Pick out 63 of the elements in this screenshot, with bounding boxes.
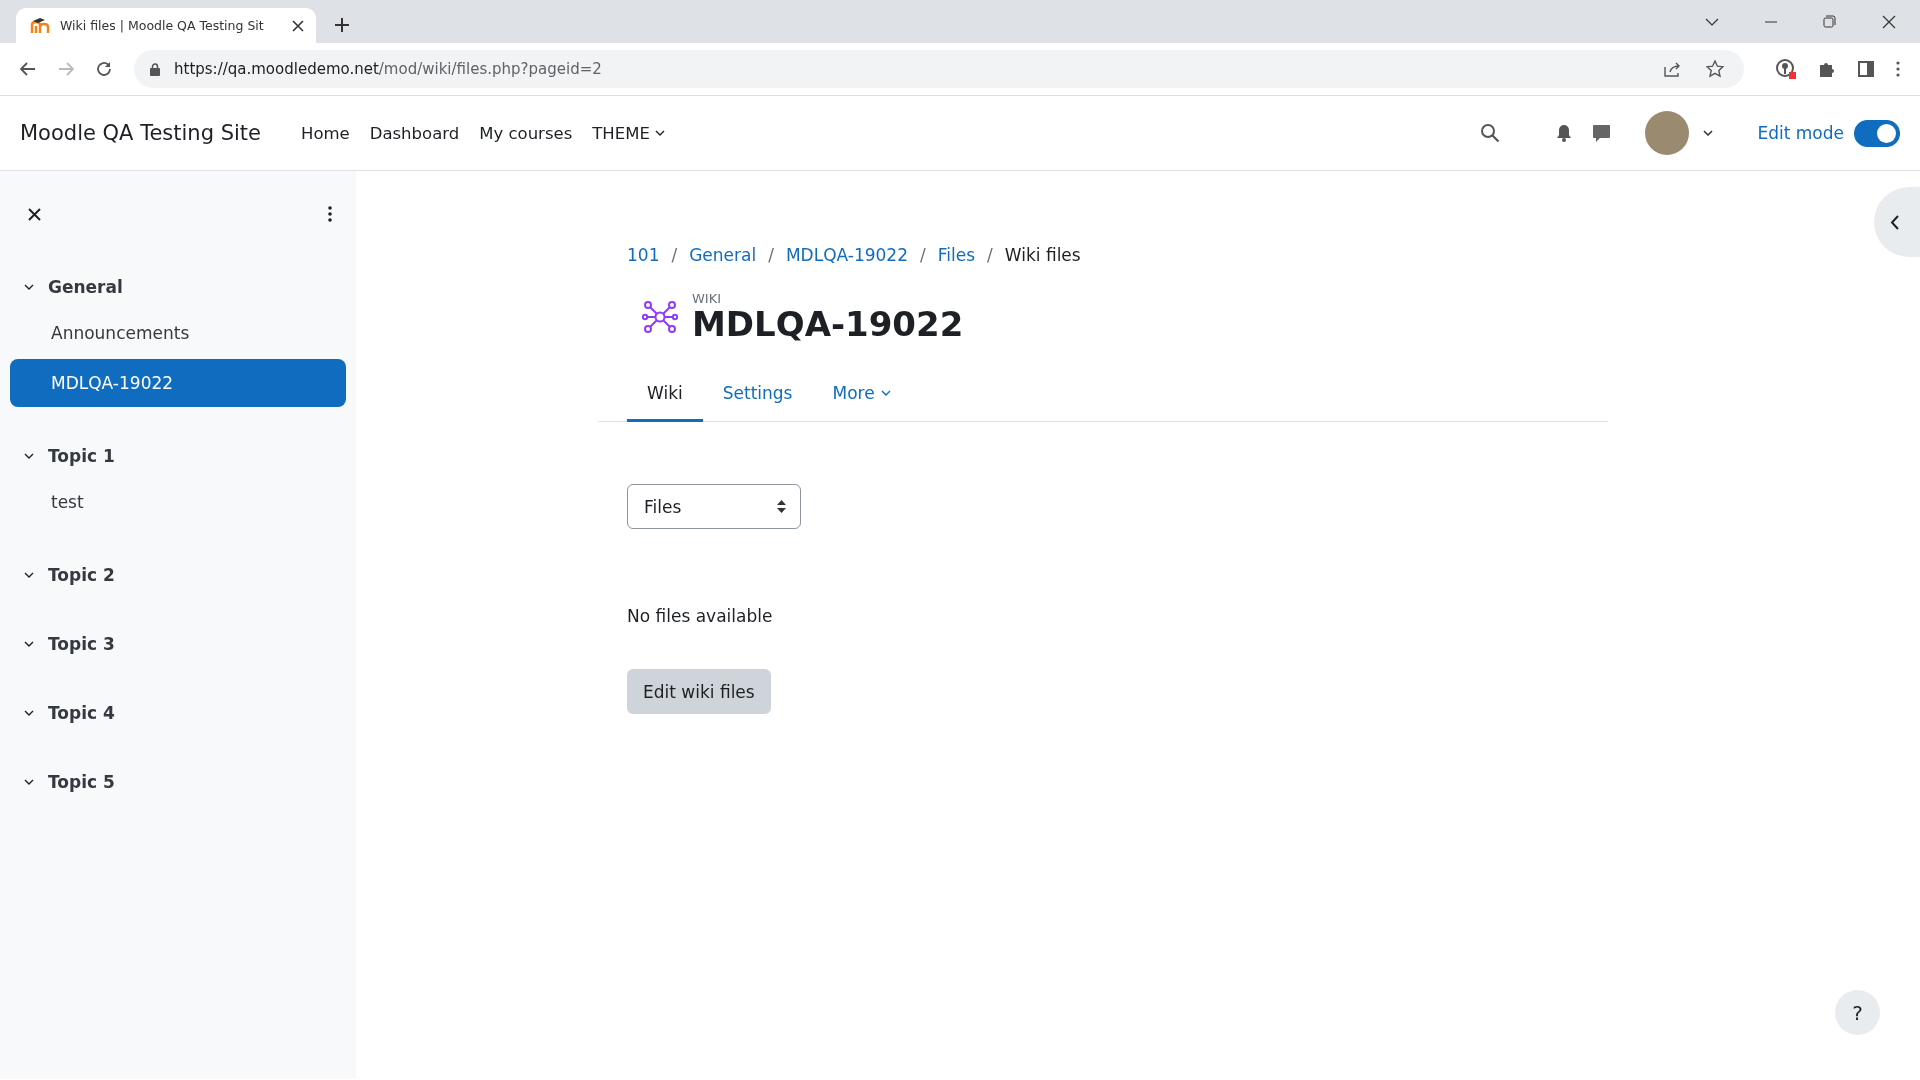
address-bar[interactable]: https://qa.moodledemo.net/mod/wiki/files.php?pageid=2 bbox=[134, 50, 1744, 88]
page-title: MDLQA-19022 bbox=[692, 306, 964, 344]
edit-mode-toggle[interactable] bbox=[1854, 119, 1900, 147]
edit-mode-label: Edit mode bbox=[1757, 123, 1844, 143]
browser-tab[interactable]: Wiki files | Moodle QA Testing Sit bbox=[16, 8, 316, 43]
share-icon[interactable] bbox=[1664, 61, 1682, 77]
breadcrumb-separator: / bbox=[671, 245, 678, 265]
breadcrumb-current: Wiki files bbox=[1004, 245, 1081, 265]
lock-icon bbox=[150, 62, 160, 76]
minimize-icon[interactable] bbox=[1765, 20, 1777, 23]
nav-link[interactable]: Home bbox=[300, 123, 350, 143]
nav-link[interactable]: My courses bbox=[479, 123, 573, 143]
section-heading[interactable]: Topic 3 bbox=[10, 624, 346, 664]
site-name[interactable]: Moodle QA Testing Site bbox=[20, 121, 261, 145]
close-icon[interactable] bbox=[292, 19, 304, 32]
sidebar-item[interactable]: MDLQA-19022 bbox=[10, 359, 346, 407]
chevron-down-icon[interactable] bbox=[1705, 17, 1719, 26]
new-tab-icon[interactable] bbox=[334, 17, 350, 33]
breadcrumb-separator: / bbox=[920, 245, 926, 265]
tab[interactable]: Wiki bbox=[627, 371, 703, 423]
chat-icon[interactable] bbox=[1592, 123, 1612, 143]
section-heading[interactable]: Topic 4 bbox=[10, 693, 346, 733]
extension-icon[interactable] bbox=[1776, 59, 1796, 79]
sort-arrows-icon bbox=[777, 500, 786, 514]
search-icon[interactable] bbox=[1480, 123, 1501, 143]
menu-icon[interactable] bbox=[1896, 61, 1900, 77]
tab[interactable]: Settings bbox=[702, 371, 813, 423]
empty-message: No files available bbox=[627, 606, 774, 627]
breadcrumb-link[interactable]: 101 bbox=[627, 245, 660, 265]
help-button[interactable]: ? bbox=[1835, 990, 1880, 1035]
close-icon[interactable] bbox=[28, 207, 41, 221]
reload-icon[interactable] bbox=[96, 61, 112, 77]
side-panel-icon[interactable] bbox=[1858, 61, 1874, 77]
sidebar-item[interactable]: Announcements bbox=[10, 309, 346, 357]
files-select[interactable]: Files bbox=[627, 484, 801, 530]
section-heading[interactable]: General bbox=[10, 267, 346, 307]
more-options-icon[interactable] bbox=[328, 206, 332, 222]
section-heading[interactable]: Topic 2 bbox=[10, 555, 346, 595]
edit-wiki-files-button[interactable]: Edit wiki files bbox=[627, 669, 771, 715]
breadcrumb-separator: / bbox=[987, 245, 993, 265]
moodle-logo-icon bbox=[30, 17, 50, 34]
puzzle-icon[interactable] bbox=[1818, 60, 1836, 78]
section-heading[interactable]: Topic 5 bbox=[10, 762, 346, 802]
sidebar-item[interactable]: test bbox=[10, 478, 346, 526]
restore-icon[interactable] bbox=[1823, 15, 1836, 28]
star-icon[interactable] bbox=[1706, 60, 1724, 78]
breadcrumb-link[interactable]: MDLQA-19022 bbox=[785, 245, 908, 265]
tab[interactable]: More bbox=[812, 371, 911, 423]
nav-link[interactable]: THEME bbox=[592, 123, 665, 143]
close-icon[interactable] bbox=[1882, 14, 1896, 29]
tab-title: Wiki files | Moodle QA Testing Sit bbox=[60, 18, 265, 33]
caret-icon[interactable] bbox=[1703, 130, 1714, 136]
breadcrumb-link[interactable]: Files bbox=[937, 245, 976, 265]
bell-icon[interactable] bbox=[1556, 124, 1573, 142]
activity-type-label: WIKI bbox=[692, 291, 723, 306]
nav-link[interactable]: Dashboard bbox=[369, 123, 460, 143]
breadcrumb-link[interactable]: General bbox=[689, 245, 757, 265]
avatar[interactable] bbox=[1645, 111, 1690, 155]
section-heading[interactable]: Topic 1 bbox=[10, 436, 346, 476]
chevron-left-icon bbox=[1890, 214, 1899, 230]
back-icon[interactable] bbox=[20, 62, 36, 76]
wiki-network-icon bbox=[642, 299, 678, 336]
breadcrumb-separator: / bbox=[768, 245, 774, 265]
